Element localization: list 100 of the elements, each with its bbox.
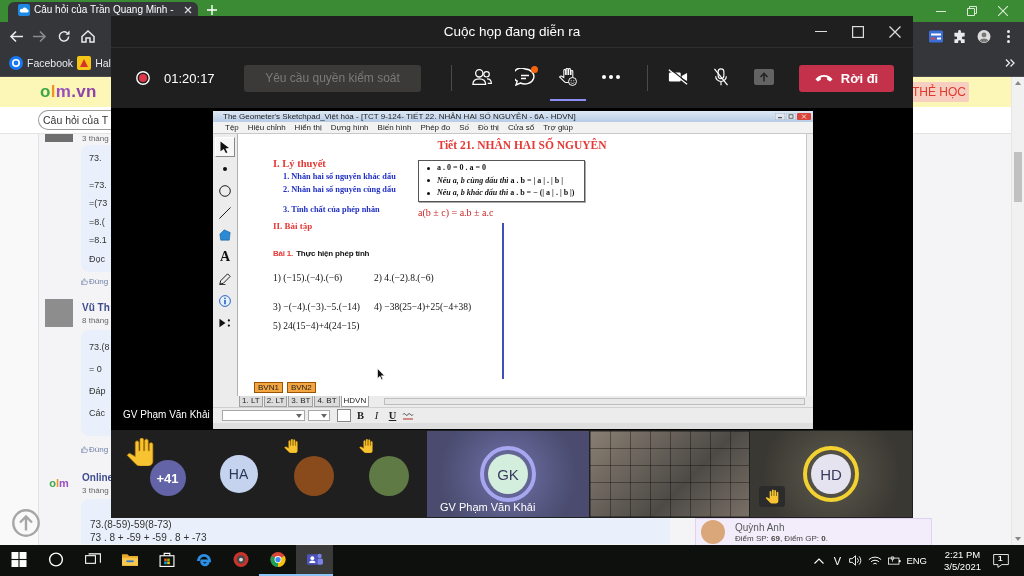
italic-button[interactable]: I <box>370 408 383 423</box>
menu-item[interactable]: Biến hình <box>377 122 412 133</box>
page-tab[interactable]: 2. LT <box>263 396 288 407</box>
comment-line: =73. <box>89 178 108 192</box>
shopping-bag-icon <box>158 552 175 567</box>
rule-text: Nếu a, b cùng dấu thì a . b = | a | . | b | <box>437 174 564 187</box>
teams-button[interactable] <box>296 545 333 576</box>
topic-text: 2. Nhân hai số nguyên cùng dấu <box>282 184 396 196</box>
tool-button[interactable] <box>215 137 235 157</box>
author-name[interactable]: Vũ Th <box>82 302 110 314</box>
page-tab[interactable]: 4. BT <box>314 396 340 407</box>
vertical-scrollbar[interactable] <box>806 134 813 396</box>
tool-button[interactable]: A <box>215 247 235 267</box>
mic-off-icon <box>711 68 731 86</box>
caret-down-icon <box>296 413 302 418</box>
rule-text: a . 0 = 0 . a = 0 <box>437 162 487 174</box>
bullet-icon <box>427 191 430 195</box>
menu-item[interactable]: Đồ thị <box>478 122 499 133</box>
comment-line: 73.(8 <box>89 341 111 354</box>
bold-button[interactable]: B <box>354 408 367 423</box>
clock-date[interactable]: 3/5/2021 <box>944 560 981 573</box>
close-icon[interactable] <box>183 6 192 14</box>
like-link[interactable]: Đúng <box>81 444 109 454</box>
font-field[interactable] <box>222 410 305 421</box>
app-title: The Geometer's Sketchpad_Việt hóa - [TCT 9-124- TIẾT 22. NHÂN HAI SỐ NGUYÊN - 6A - HDVN] <box>223 111 576 122</box>
pointer-icon <box>219 141 231 153</box>
user-name[interactable]: Quỳnh Anh <box>735 521 785 533</box>
participant-name: GV Phạm Văn Khải <box>440 501 536 513</box>
page-tab[interactable]: 3. BT <box>288 396 314 407</box>
battery-icon[interactable] <box>888 555 902 566</box>
comment-line: Các <box>89 407 106 420</box>
menu-item[interactable]: Phép đo <box>420 122 451 133</box>
action-button[interactable]: BVN1 <box>254 382 283 393</box>
chrome-icon <box>269 552 286 567</box>
avatar-initials[interactable]: HA <box>219 455 258 493</box>
wifi-icon[interactable] <box>868 555 883 566</box>
maximize-icon[interactable] <box>786 113 796 120</box>
comment-line: 73. <box>89 152 103 165</box>
leave-button[interactable]: Rời đi <box>799 64 894 92</box>
exercise-label: Bài 1. <box>273 248 294 260</box>
author-logo: olm <box>48 476 70 491</box>
chevron-up-icon[interactable] <box>814 557 825 564</box>
rule-text: Nếu a, b khác dấu thì a . b = − (| a | . | b |) <box>437 187 575 199</box>
input-method[interactable]: V <box>828 554 847 567</box>
page-tab[interactable]: 1. LT <box>239 396 263 407</box>
menu-item[interactable]: Hiệu chỉnh <box>247 122 286 133</box>
comment-line: =8.1 <box>89 234 108 247</box>
restore-icon <box>966 6 977 16</box>
comment-line: 73 . 8 + -59 + -59 . 8 + -73 <box>90 531 208 544</box>
horizontal-scrollbar[interactable] <box>384 398 805 405</box>
action-button[interactable]: BVN2 <box>286 382 316 393</box>
double-chevron-icon[interactable] <box>1005 59 1015 67</box>
menu-item[interactable]: Trợ giúp <box>543 122 573 133</box>
caret-down-icon[interactable] <box>1015 537 1021 541</box>
size-field[interactable] <box>308 410 330 421</box>
comment-line: 73.(8-59)-59(8-73) <box>90 518 173 531</box>
clock-time[interactable]: 2:21 PM <box>944 548 981 561</box>
speaker-icon[interactable] <box>849 555 863 566</box>
participant-tile[interactable]: GK GV Phạm Văn Khải <box>427 431 589 517</box>
bookmark[interactable]: Hal <box>77 56 111 70</box>
page-tab[interactable]: HDVN <box>340 396 370 407</box>
caret-up-icon[interactable] <box>1015 81 1021 85</box>
people-tile-icon <box>306 552 323 567</box>
menu-item[interactable]: Dựng hình <box>330 122 369 133</box>
avatar-image[interactable] <box>293 456 334 496</box>
round-logo-icon <box>9 56 23 70</box>
notifications-button[interactable]: 1 <box>990 545 1012 576</box>
avatar-image[interactable] <box>368 456 409 496</box>
format-icon[interactable] <box>402 410 414 421</box>
section-heading: I. Lý thuyết <box>273 157 326 170</box>
participant-tile[interactable]: HD <box>750 431 912 517</box>
exercise-title: Thực hiện phép tính <box>296 248 370 260</box>
menu-item[interactable]: Số <box>459 122 469 133</box>
video-placeholder[interactable] <box>590 431 749 517</box>
bookmark[interactable]: Facebook <box>9 56 74 70</box>
plus-icon[interactable] <box>206 5 217 15</box>
chat-icon <box>515 68 535 86</box>
menu-item[interactable]: Tệp <box>225 122 239 133</box>
site-logo[interactable]: olm.vn <box>40 82 97 102</box>
circle-icon <box>219 185 231 197</box>
forward-icon <box>33 29 47 43</box>
scrollbar-thumb[interactable] <box>1014 152 1022 202</box>
menu-item[interactable]: Hiển thị <box>294 122 322 133</box>
caret-down-icon <box>321 413 327 418</box>
exercise-item: 1) (−15).(−4).(−6) <box>273 272 343 285</box>
swirl-icon <box>195 552 212 567</box>
underline-button[interactable]: U <box>386 408 399 423</box>
people-icon <box>472 68 492 86</box>
minimize-icon[interactable] <box>775 113 785 120</box>
line-icon <box>219 207 231 219</box>
menu-item[interactable]: Cửa sổ <box>507 122 535 133</box>
like-link[interactable]: Đúng <box>81 276 109 286</box>
breadcrumb-button[interactable]: Câu hỏi của T <box>38 110 111 130</box>
minimize-icon <box>935 10 946 12</box>
scrollbar[interactable] <box>1011 77 1024 545</box>
color-picker[interactable] <box>337 409 351 422</box>
bullet-icon <box>427 166 430 170</box>
home-icon <box>81 29 95 43</box>
language-indicator[interactable]: ENG <box>906 555 927 566</box>
overflow-count[interactable]: +41 <box>149 460 186 496</box>
